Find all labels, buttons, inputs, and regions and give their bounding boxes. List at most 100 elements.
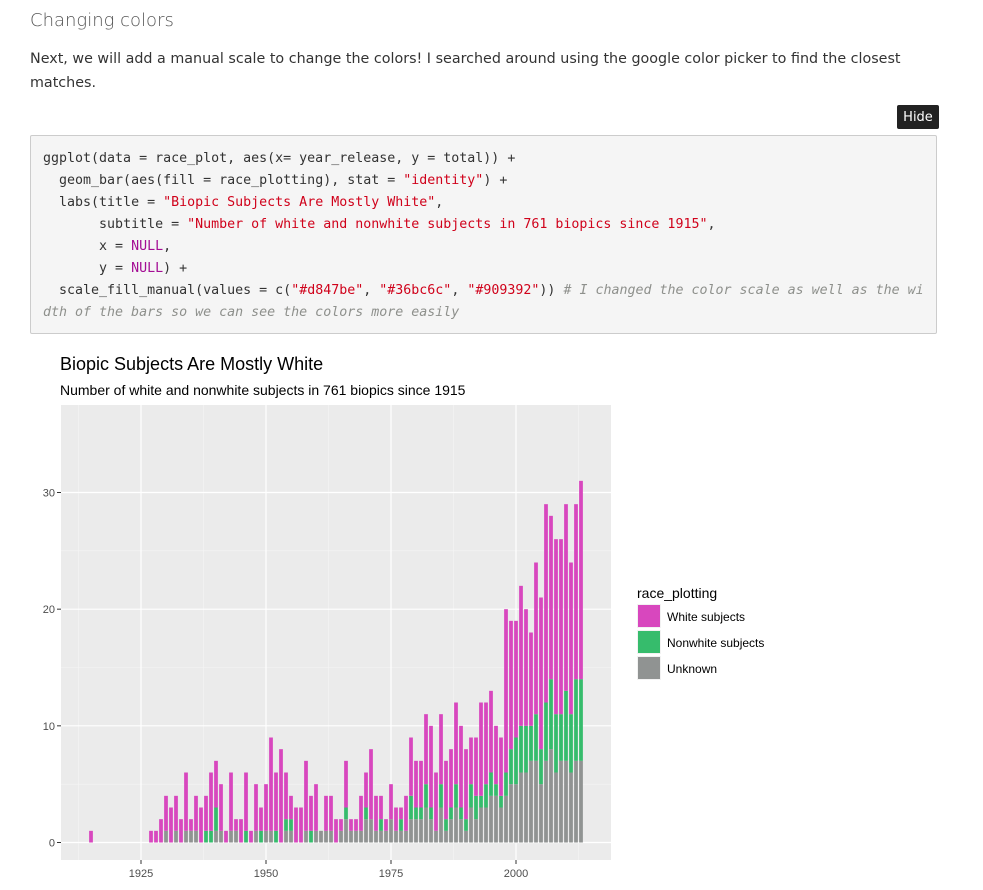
bar-segment (444, 830, 448, 843)
legend-label: Unknown (667, 662, 717, 676)
bar-segment (464, 830, 468, 843)
bar-segment (324, 830, 328, 843)
bar-segment (509, 749, 513, 785)
bar-segment (524, 725, 528, 773)
bar-segment (349, 819, 353, 831)
bar-segment (289, 795, 293, 820)
bar-segment (274, 772, 278, 831)
bar-segment (379, 795, 383, 820)
legend-title: race_plotting (637, 585, 717, 601)
code-token: "Number of white and nonwhite subjects i… (187, 217, 708, 232)
bar-segment (544, 760, 548, 843)
x-tick-label: 2000 (504, 868, 528, 880)
bar-segment (524, 772, 528, 843)
bar-segment (509, 620, 513, 750)
bar-segment (254, 830, 258, 843)
bar-segment (429, 725, 433, 808)
bar-segment (499, 737, 503, 796)
code-token: )) (539, 283, 564, 298)
bar-segment (444, 760, 448, 820)
bar-segment (534, 714, 538, 761)
bar-segment (344, 760, 348, 808)
bar-segment (434, 772, 438, 831)
bar-segment (449, 819, 453, 843)
bar-segment (244, 830, 248, 843)
bar-segment (149, 830, 153, 843)
bar-segment (369, 819, 373, 843)
bar-segment (449, 807, 453, 820)
bar-segment (164, 795, 168, 831)
bar-segment (509, 784, 513, 843)
bar-segment (459, 725, 463, 808)
bar-segment (569, 772, 573, 843)
bar-segment (284, 819, 288, 831)
bar-segment (564, 690, 568, 761)
x-tick-label: 1975 (379, 868, 403, 880)
bar-segment (579, 480, 583, 680)
bar-segment (209, 772, 213, 831)
bar-segment (284, 830, 288, 843)
bar-segment (399, 807, 403, 820)
bar-segment (414, 760, 418, 808)
code-block: ggplot(data = race_plot, aes(x= year_rel… (30, 135, 937, 334)
bar-segment (344, 807, 348, 820)
bar-segment (339, 819, 343, 831)
code-token: ) + (163, 261, 188, 276)
bar-segment (464, 819, 468, 831)
bar-segment (339, 830, 343, 843)
bar-segment (514, 784, 518, 843)
bar-segment (504, 609, 508, 773)
bar-segment (154, 830, 158, 843)
bar-segment (499, 795, 503, 808)
bar-segment (494, 784, 498, 796)
code-token: y = (43, 261, 132, 276)
legend-swatch (638, 657, 660, 679)
code-line: ggplot(data = race_plot, aes(x= year_rel… (43, 151, 515, 166)
bar-segment (459, 819, 463, 843)
hide-code-button[interactable]: Hide (897, 105, 939, 129)
bar-segment (254, 784, 258, 831)
bar-segment (554, 539, 558, 715)
bar-segment (419, 807, 423, 820)
bar-segment (469, 784, 473, 808)
bar-segment (479, 795, 483, 808)
bar-segment (324, 795, 328, 831)
bar-segment (529, 632, 533, 726)
bar-segment (484, 807, 488, 843)
bar-segment (189, 819, 193, 831)
bar-segment (354, 819, 358, 831)
bar-segment (289, 830, 293, 843)
bar-chart: Biopic Subjects Are Mostly White Number o… (43, 354, 765, 880)
bar-segment (304, 830, 308, 843)
bar-segment (479, 807, 483, 843)
bar-segment (89, 830, 93, 843)
bar-segment (264, 830, 268, 843)
bar-segment (429, 807, 433, 820)
x-tick-label: 1950 (254, 868, 278, 880)
code-line: scale_fill_manual(values = c("#d847be", … (43, 283, 924, 320)
plot-panel (61, 405, 611, 860)
bar-segment (549, 749, 553, 843)
bar-segment (474, 737, 478, 796)
code-token: "#36bc6c" (379, 283, 452, 298)
bar-segment (484, 702, 488, 785)
bar-segment (184, 830, 188, 843)
bar-segment (389, 819, 393, 843)
bar-segment (469, 807, 473, 843)
bar-segment (504, 772, 508, 796)
intro-paragraph: Next, we will add a manual scale to chan… (30, 51, 901, 91)
code-token: , (451, 283, 468, 298)
code-token: scale_fill_manual(values = c( (43, 283, 292, 298)
bar-segment (374, 830, 378, 843)
bar-segment (329, 795, 333, 831)
legend-swatch (638, 605, 660, 627)
bar-segment (519, 725, 523, 773)
bar-segment (479, 702, 483, 796)
bar-segment (359, 830, 363, 843)
bar-segment (354, 830, 358, 843)
bar-segment (504, 795, 508, 843)
bar-segment (399, 830, 403, 843)
bar-segment (314, 830, 318, 843)
bar-segment (529, 725, 533, 761)
bar-segment (334, 819, 338, 843)
